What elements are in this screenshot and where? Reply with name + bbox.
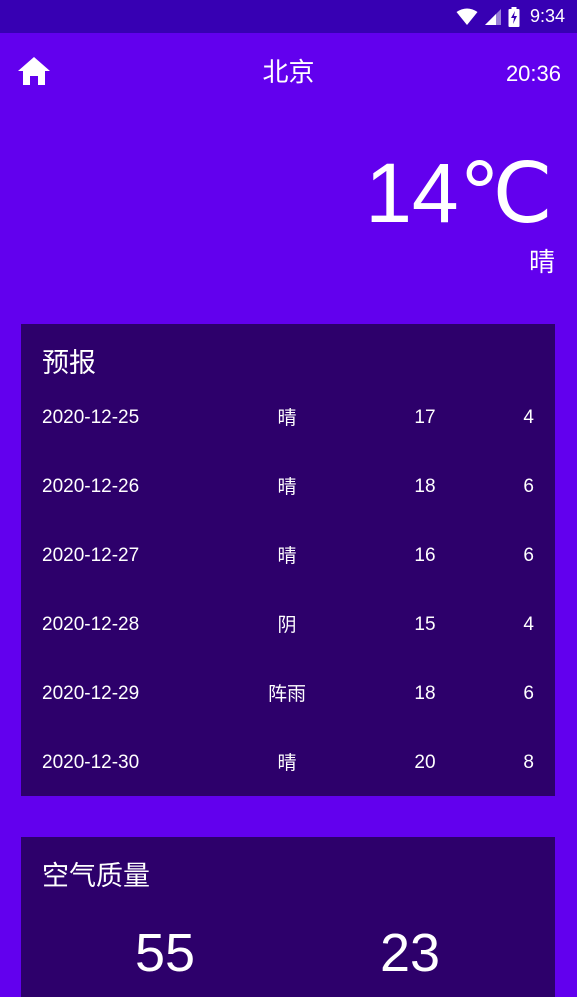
forecast-weather: 阴 xyxy=(277,614,297,636)
status-bar: 9:34 xyxy=(0,0,577,33)
forecast-date: 2020-12-30 xyxy=(42,752,140,773)
forecast-min-temp: 6 xyxy=(523,476,534,497)
forecast-date: 2020-12-26 xyxy=(42,476,140,497)
forecast-min-temp: 4 xyxy=(523,614,534,635)
forecast-title: 预报 xyxy=(42,348,96,379)
forecast-date: 2020-12-27 xyxy=(42,545,140,566)
forecast-min-temp: 8 xyxy=(523,752,534,773)
forecast-weather: 晴 xyxy=(277,752,297,774)
forecast-row: 2020-12-27 晴 16 6 xyxy=(21,521,555,590)
city-title: 北京 xyxy=(262,58,315,88)
forecast-max-temp: 18 xyxy=(414,476,436,497)
forecast-max-temp: 15 xyxy=(414,614,436,635)
forecast-row: 2020-12-25 晴 17 4 xyxy=(21,383,555,452)
current-temperature: 14℃ xyxy=(365,146,553,240)
forecast-min-temp: 4 xyxy=(523,407,534,428)
app-bar: 北京 20:36 xyxy=(0,33,577,113)
forecast-row: 2020-12-30 晴 20 8 xyxy=(21,728,555,797)
current-weather: 晴 xyxy=(528,248,555,278)
forecast-max-temp: 18 xyxy=(414,683,436,704)
forecast-card: 预报 2020-12-25 晴 17 4 2020-12-26 晴 18 6 2… xyxy=(21,324,555,796)
status-icons: 9:34 xyxy=(456,0,565,33)
forecast-min-temp: 6 xyxy=(523,545,534,566)
forecast-row: 2020-12-26 晴 18 6 xyxy=(21,452,555,521)
forecast-row: 2020-12-29 阵雨 18 6 xyxy=(21,659,555,728)
forecast-weather: 阵雨 xyxy=(267,683,306,705)
forecast-weather: 晴 xyxy=(277,476,297,498)
air-quality-card: 空气质量 55 23 xyxy=(21,837,555,997)
forecast-weather: 晴 xyxy=(277,545,297,567)
status-time: 9:34 xyxy=(529,6,565,26)
forecast-list: 2020-12-25 晴 17 4 2020-12-26 晴 18 6 2020… xyxy=(21,383,555,797)
air-quality-title: 空气质量 xyxy=(42,861,150,892)
wifi-icon xyxy=(456,8,478,26)
forecast-weather: 晴 xyxy=(277,407,297,429)
pm25-value: 23 xyxy=(379,923,441,983)
update-time: 20:36 xyxy=(505,61,561,86)
forecast-row: 2020-12-28 阴 15 4 xyxy=(21,590,555,659)
battery-charging-icon xyxy=(508,6,520,27)
cellular-signal-icon xyxy=(484,8,502,26)
forecast-max-temp: 17 xyxy=(414,407,436,428)
forecast-date: 2020-12-29 xyxy=(42,683,140,704)
forecast-date: 2020-12-25 xyxy=(42,407,140,428)
aqi-value: 55 xyxy=(134,923,196,983)
forecast-max-temp: 20 xyxy=(414,752,436,773)
forecast-date: 2020-12-28 xyxy=(42,614,140,635)
forecast-min-temp: 6 xyxy=(523,683,534,704)
forecast-max-temp: 16 xyxy=(414,545,436,566)
